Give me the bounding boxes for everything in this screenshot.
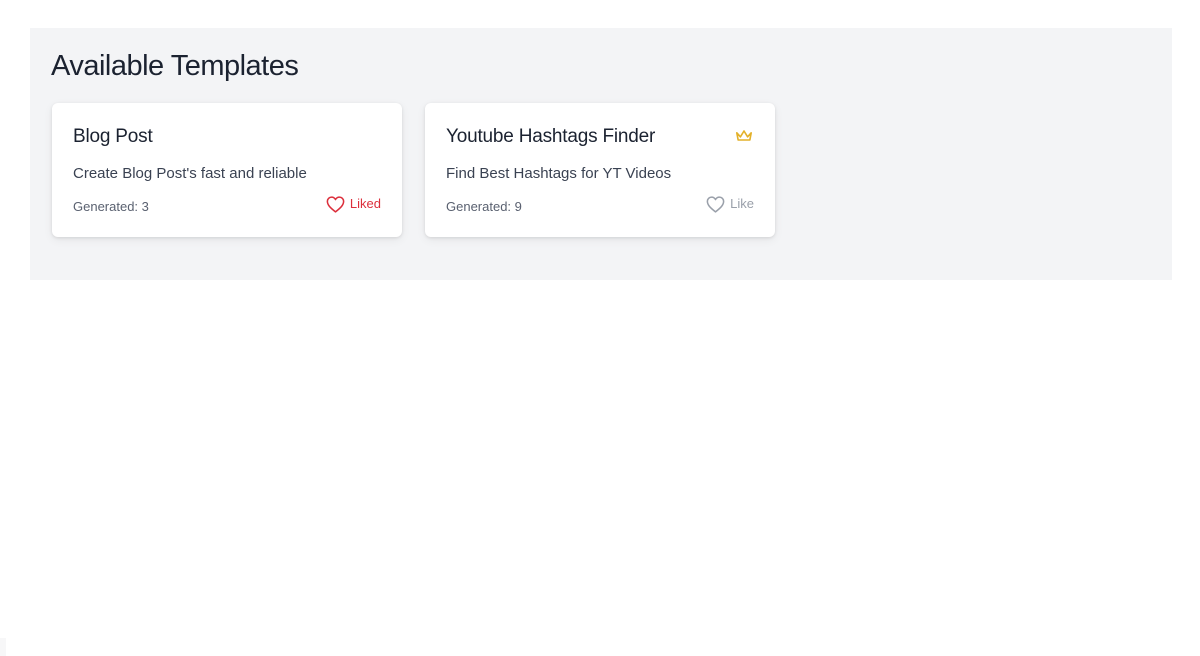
- generated-count: Generated: 3: [73, 199, 149, 214]
- like-button[interactable]: Liked: [326, 195, 381, 213]
- corner-artifact: [0, 638, 6, 656]
- heart-filled-icon: [326, 195, 345, 213]
- crown-icon: [735, 129, 753, 142]
- like-button[interactable]: Like: [706, 195, 754, 213]
- like-label: Like: [730, 196, 754, 211]
- template-title: Blog Post: [73, 126, 153, 147]
- heart-outline-icon: [706, 195, 725, 213]
- generated-count: Generated: 9: [446, 199, 522, 214]
- template-card-youtube-hashtags-finder[interactable]: Youtube Hashtags Finder Find Best Hashta…: [425, 103, 775, 237]
- template-description: Find Best Hashtags for YT Videos: [446, 165, 672, 182]
- like-label: Liked: [349, 196, 381, 211]
- templates-panel: Available Templates Blog Post Create Blo…: [30, 28, 1172, 280]
- template-title: Youtube Hashtags Finder: [446, 126, 656, 147]
- template-description: Create Blog Post's fast and reliable: [73, 165, 307, 182]
- template-card-blog-post[interactable]: Blog Post Create Blog Post's fast and re…: [52, 103, 402, 237]
- section-title: Available Templates: [51, 50, 299, 82]
